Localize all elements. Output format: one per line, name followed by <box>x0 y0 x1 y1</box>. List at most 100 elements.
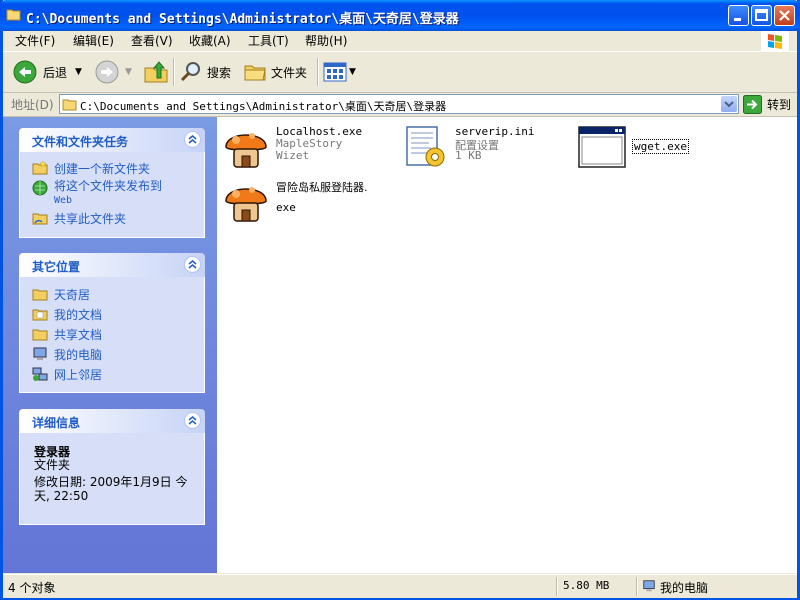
file-tasks-title: 文件和文件夹任务 <box>32 135 129 149</box>
menu-favorites[interactable]: 收藏(A) <box>189 33 231 49</box>
task-new-folder-label: 创建一个新文件夹 <box>54 162 151 176</box>
file-tasks-header[interactable]: 文件和文件夹任务 <box>19 128 205 152</box>
status-object-count: 4 个对象 <box>8 581 56 595</box>
folder-icon <box>32 329 48 341</box>
documents-folder-icon <box>32 309 48 321</box>
other-places-header[interactable]: 其它位置 <box>19 253 205 277</box>
file-name: wget.exe <box>632 139 689 154</box>
back-button[interactable]: 后退 ▼ <box>13 59 82 85</box>
forward-arrow-icon <box>95 60 119 84</box>
details-title: 详细信息 <box>32 416 81 430</box>
folders-button[interactable]: 文件夹 <box>243 59 307 85</box>
task-publish-line2: Web <box>54 195 73 206</box>
mushroom-icon <box>225 133 267 168</box>
new-folder-icon <box>32 160 48 175</box>
mushroom-icon <box>225 187 267 222</box>
back-arrow-icon <box>13 60 37 84</box>
task-new-folder[interactable]: 创建一个新文件夹 <box>32 160 150 177</box>
file-item[interactable]: Localhost.exe MapleStory Wizet <box>222 123 392 175</box>
status-separator <box>636 577 638 596</box>
windows-logo-icon <box>761 31 789 51</box>
menu-edit[interactable]: 编辑(E) <box>73 33 114 49</box>
title-bar[interactable]: C:\Documents and Settings\Administrator\… <box>0 0 800 31</box>
place-shared-documents[interactable]: 共享文档 <box>32 326 102 343</box>
close-icon <box>779 10 790 21</box>
config-file-icon <box>406 126 445 167</box>
back-dropdown-icon[interactable]: ▼ <box>75 67 82 77</box>
minimize-icon <box>734 18 741 21</box>
network-icon <box>32 367 48 381</box>
maximize-button[interactable] <box>751 5 772 26</box>
address-label: 地址(D) <box>11 98 54 112</box>
maximize-icon <box>755 9 768 21</box>
details-panel: 详细信息 登录器 文件夹 修改日期: 2009年1月9日 今 天, 22:50 <box>19 409 205 525</box>
task-publish-line1: 将这个文件夹发布到 <box>54 179 163 193</box>
app-window-icon <box>578 126 626 168</box>
search-label: 搜索 <box>207 65 232 80</box>
file-item[interactable]: serverip.ini 配置设置 1 KB <box>401 123 571 175</box>
details-header[interactable]: 详细信息 <box>19 409 205 433</box>
file-name: 冒险岛私服登陆器. <box>276 181 368 194</box>
other-places-title: 其它位置 <box>32 260 81 274</box>
address-input[interactable]: C:\Documents and Settings\Administrator\… <box>59 94 739 114</box>
folders-icon <box>244 65 266 81</box>
menu-tools[interactable]: 工具(T) <box>248 33 289 49</box>
back-label: 后退 <box>43 65 68 80</box>
views-dropdown-icon[interactable]: ▼ <box>349 67 356 77</box>
file-vendor: Wizet <box>276 149 310 162</box>
go-label: 转到 <box>767 97 792 112</box>
details-type: 文件夹 <box>34 458 71 472</box>
chevron-down-icon <box>724 101 734 108</box>
address-dropdown-button[interactable] <box>721 96 737 112</box>
menu-view[interactable]: 查看(V) <box>131 33 173 49</box>
collapse-button[interactable] <box>184 256 201 273</box>
place-tianqiju-label: 天奇居 <box>54 288 91 302</box>
chevron-up-icon <box>188 260 197 269</box>
file-list-view[interactable]: Localhost.exe MapleStory Wizet serverip.… <box>217 117 797 573</box>
search-icon <box>180 62 200 82</box>
status-separator <box>556 577 558 596</box>
computer-icon <box>33 347 47 360</box>
place-network[interactable]: 网上邻居 <box>32 366 102 383</box>
place-my-documents[interactable]: 我的文档 <box>32 306 102 323</box>
views-icon <box>323 62 347 82</box>
menu-help[interactable]: 帮助(H) <box>305 33 347 49</box>
file-item[interactable]: 冒险岛私服登陆器. exe <box>222 177 392 229</box>
chevron-up-icon <box>188 135 197 144</box>
menu-file[interactable]: 文件(F) <box>15 33 55 49</box>
folder-icon <box>6 9 21 21</box>
minimize-button[interactable] <box>728 5 749 26</box>
collapse-button[interactable] <box>184 412 201 429</box>
address-value: C:\Documents and Settings\Administrator\… <box>80 100 447 113</box>
task-share-label: 共享此文件夹 <box>54 212 127 226</box>
toolbar-separator <box>317 58 319 86</box>
status-size: 5.80 MB <box>563 579 610 592</box>
go-arrow-icon <box>743 94 762 114</box>
place-my-computer[interactable]: 我的电脑 <box>32 346 102 363</box>
globe-icon <box>32 180 48 196</box>
task-publish-web[interactable]: 将这个文件夹发布到 Web <box>32 180 162 207</box>
status-location: 我的电脑 <box>660 581 709 595</box>
folder-icon <box>62 99 77 111</box>
collapse-button[interactable] <box>184 131 201 148</box>
window-title: C:\Documents and Settings\Administrator\… <box>26 12 459 27</box>
task-publish-label: 将这个文件夹发布到 Web <box>54 180 162 207</box>
file-item[interactable]: wget.exe <box>578 123 748 175</box>
up-folder-button[interactable] <box>143 59 169 85</box>
chevron-up-icon <box>188 416 197 425</box>
task-share-folder[interactable]: 共享此文件夹 <box>32 210 126 227</box>
place-tianqiju[interactable]: 天奇居 <box>32 286 90 303</box>
up-folder-icon <box>144 61 168 83</box>
search-button[interactable]: 搜索 <box>179 59 231 85</box>
go-button[interactable]: 转到 <box>743 94 791 114</box>
other-places-panel: 其它位置 天奇居 我的文档 共享文档 我的电脑 网上邻居 <box>19 253 205 393</box>
forward-button[interactable]: ▼ <box>95 59 132 85</box>
explorer-window: C:\Documents and Settings\Administrator\… <box>0 0 800 600</box>
toolbar-separator <box>173 58 175 86</box>
file-size: 1 KB <box>455 149 482 162</box>
views-button[interactable]: ▼ <box>323 59 356 85</box>
close-button[interactable] <box>774 5 795 26</box>
place-network-label: 网上邻居 <box>54 368 103 382</box>
place-shared-documents-label: 共享文档 <box>54 328 103 342</box>
forward-dropdown-icon[interactable]: ▼ <box>125 67 132 77</box>
